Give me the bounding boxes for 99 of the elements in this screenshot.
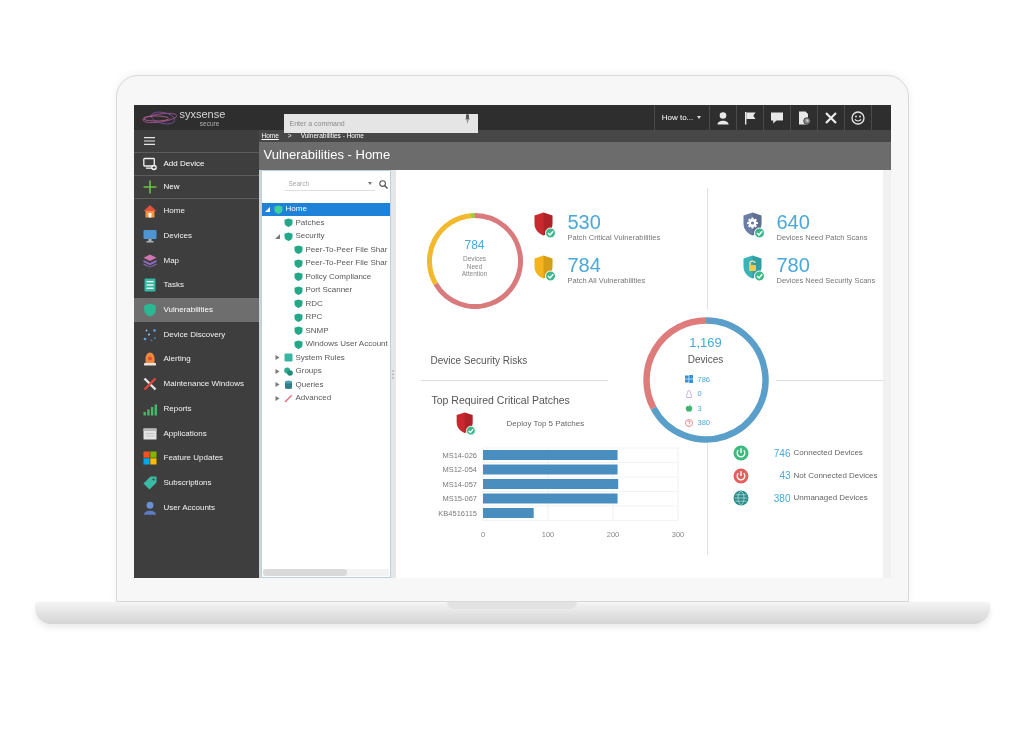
shield-icon (142, 303, 157, 318)
bar (482, 508, 534, 518)
chat-icon (769, 110, 784, 125)
menu-button[interactable] (142, 135, 156, 147)
shield-gear-icon (742, 212, 765, 239)
sidebar-item[interactable]: Vulnerabilities (133, 297, 259, 323)
flag-icon (742, 110, 757, 125)
document-clock-icon (796, 110, 811, 125)
sidebar-item[interactable]: Alerting (133, 347, 259, 372)
section-title: Top Required Critical Patches (431, 394, 571, 406)
apple-icon (684, 404, 693, 413)
deploy-link[interactable]: Deploy Top 5 Patches (506, 418, 585, 430)
sidebar-item[interactable]: Feature Updates (133, 445, 259, 471)
monitor-icon (142, 229, 157, 244)
menu-icon (143, 137, 155, 145)
blob-icon (283, 366, 293, 376)
stat-value: 640 (776, 212, 811, 232)
gauge-value: 784 (464, 239, 485, 252)
device-label: Devices (687, 354, 724, 366)
tree-item[interactable]: SNMP (261, 324, 390, 338)
person-icon (142, 500, 157, 515)
tree-item[interactable]: Patches (261, 216, 390, 230)
caret-icon (697, 116, 702, 119)
tree-item[interactable]: RPC (261, 310, 390, 324)
sidebar-item[interactable]: Home (133, 199, 259, 224)
shield-check-icon (455, 412, 476, 436)
four-panes-icon (684, 375, 693, 384)
stat-value: 780 (776, 255, 811, 275)
cylinder-icon (283, 380, 293, 390)
house-icon (142, 204, 157, 219)
scrollbar[interactable] (882, 170, 891, 578)
scrollbar[interactable] (262, 569, 389, 576)
microphone-icon[interactable] (464, 114, 470, 123)
shield-check-icon (533, 212, 556, 239)
tree-item[interactable]: RDC (261, 297, 390, 311)
connection-count: 380 (772, 491, 791, 506)
connection-count: 746 (772, 446, 791, 461)
sidebar-item[interactable]: Device Discovery (133, 322, 259, 348)
page-title: Vulnerabilities - Home (263, 147, 391, 162)
window-icon (142, 426, 157, 441)
sidebar-item[interactable]: Reports (133, 396, 259, 422)
monitor-plus-icon (142, 157, 157, 171)
search-icon (378, 179, 388, 189)
tree-item[interactable]: System Rules (261, 351, 390, 365)
four-squares-icon (142, 451, 157, 466)
list-icon (142, 278, 157, 293)
shield-lock-icon (742, 255, 765, 282)
question-icon (684, 418, 693, 427)
sidebar-item[interactable]: New (133, 175, 259, 198)
connection-count: 43 (778, 469, 791, 484)
penguin-icon (684, 389, 693, 398)
smiley-icon (850, 110, 865, 125)
wand-icon (283, 393, 293, 403)
triangle-icon[interactable] (274, 368, 280, 374)
dots-icon (142, 327, 157, 342)
shield-check-icon (533, 255, 556, 282)
tree-item[interactable]: Queries (261, 378, 390, 392)
sidebar-item[interactable]: Devices (133, 223, 259, 249)
search-button[interactable] (377, 178, 389, 190)
tree-item[interactable]: Windows User Account (261, 337, 390, 351)
tree-item[interactable]: Groups (261, 364, 390, 378)
alarm-icon (142, 352, 157, 367)
tree-item[interactable]: Security (261, 229, 390, 243)
caret-icon (367, 182, 372, 185)
connection-label: Connected Devices (793, 447, 863, 460)
person-icon (715, 110, 730, 125)
sidebar-item[interactable]: Tasks (133, 273, 259, 298)
triangle-icon[interactable] (274, 355, 280, 361)
triangle-icon[interactable] (274, 395, 280, 401)
sidebar-item[interactable]: Maintenance Windows (133, 371, 259, 397)
tree-item[interactable]: Home (261, 202, 390, 216)
sidebar-item[interactable]: User Accounts (133, 495, 259, 520)
tools-icon (142, 377, 157, 392)
square-icon (283, 353, 293, 363)
tree-item[interactable]: Peer-To-Peer File Shar (261, 256, 390, 270)
sidebar-item[interactable]: Map (133, 248, 259, 274)
logo-icon (140, 110, 179, 125)
connection-label: Unmanaged Devices (793, 492, 868, 505)
plus-icon (142, 180, 157, 194)
tree-item[interactable]: Port Scanner (261, 283, 390, 297)
logo-text: syxsense (179, 108, 226, 120)
tree-item[interactable]: Policy Compliance (261, 270, 390, 284)
sidebar-item[interactable]: Subscriptions (133, 470, 259, 496)
scrollbar-thumb[interactable] (262, 569, 347, 576)
stat-value: 530 (567, 212, 602, 232)
sidebar-item[interactable]: Applications (133, 421, 259, 446)
triangle-icon[interactable] (274, 233, 280, 239)
stat-value: 784 (567, 255, 602, 275)
sidebar-item[interactable]: Add Device (133, 152, 259, 175)
connection-label: Not Connected Devices (793, 469, 878, 482)
section-title: Device Security Risks (430, 355, 528, 367)
triangle-icon[interactable] (274, 382, 280, 388)
tools-icon (823, 110, 838, 125)
tag-icon (142, 475, 157, 490)
device-total: 1,169 (689, 336, 722, 350)
tree-item[interactable]: Advanced (261, 391, 390, 405)
triangle-icon[interactable] (264, 206, 270, 212)
tree-item[interactable]: Peer-To-Peer File Shar (261, 243, 390, 257)
map-icon (142, 253, 157, 268)
